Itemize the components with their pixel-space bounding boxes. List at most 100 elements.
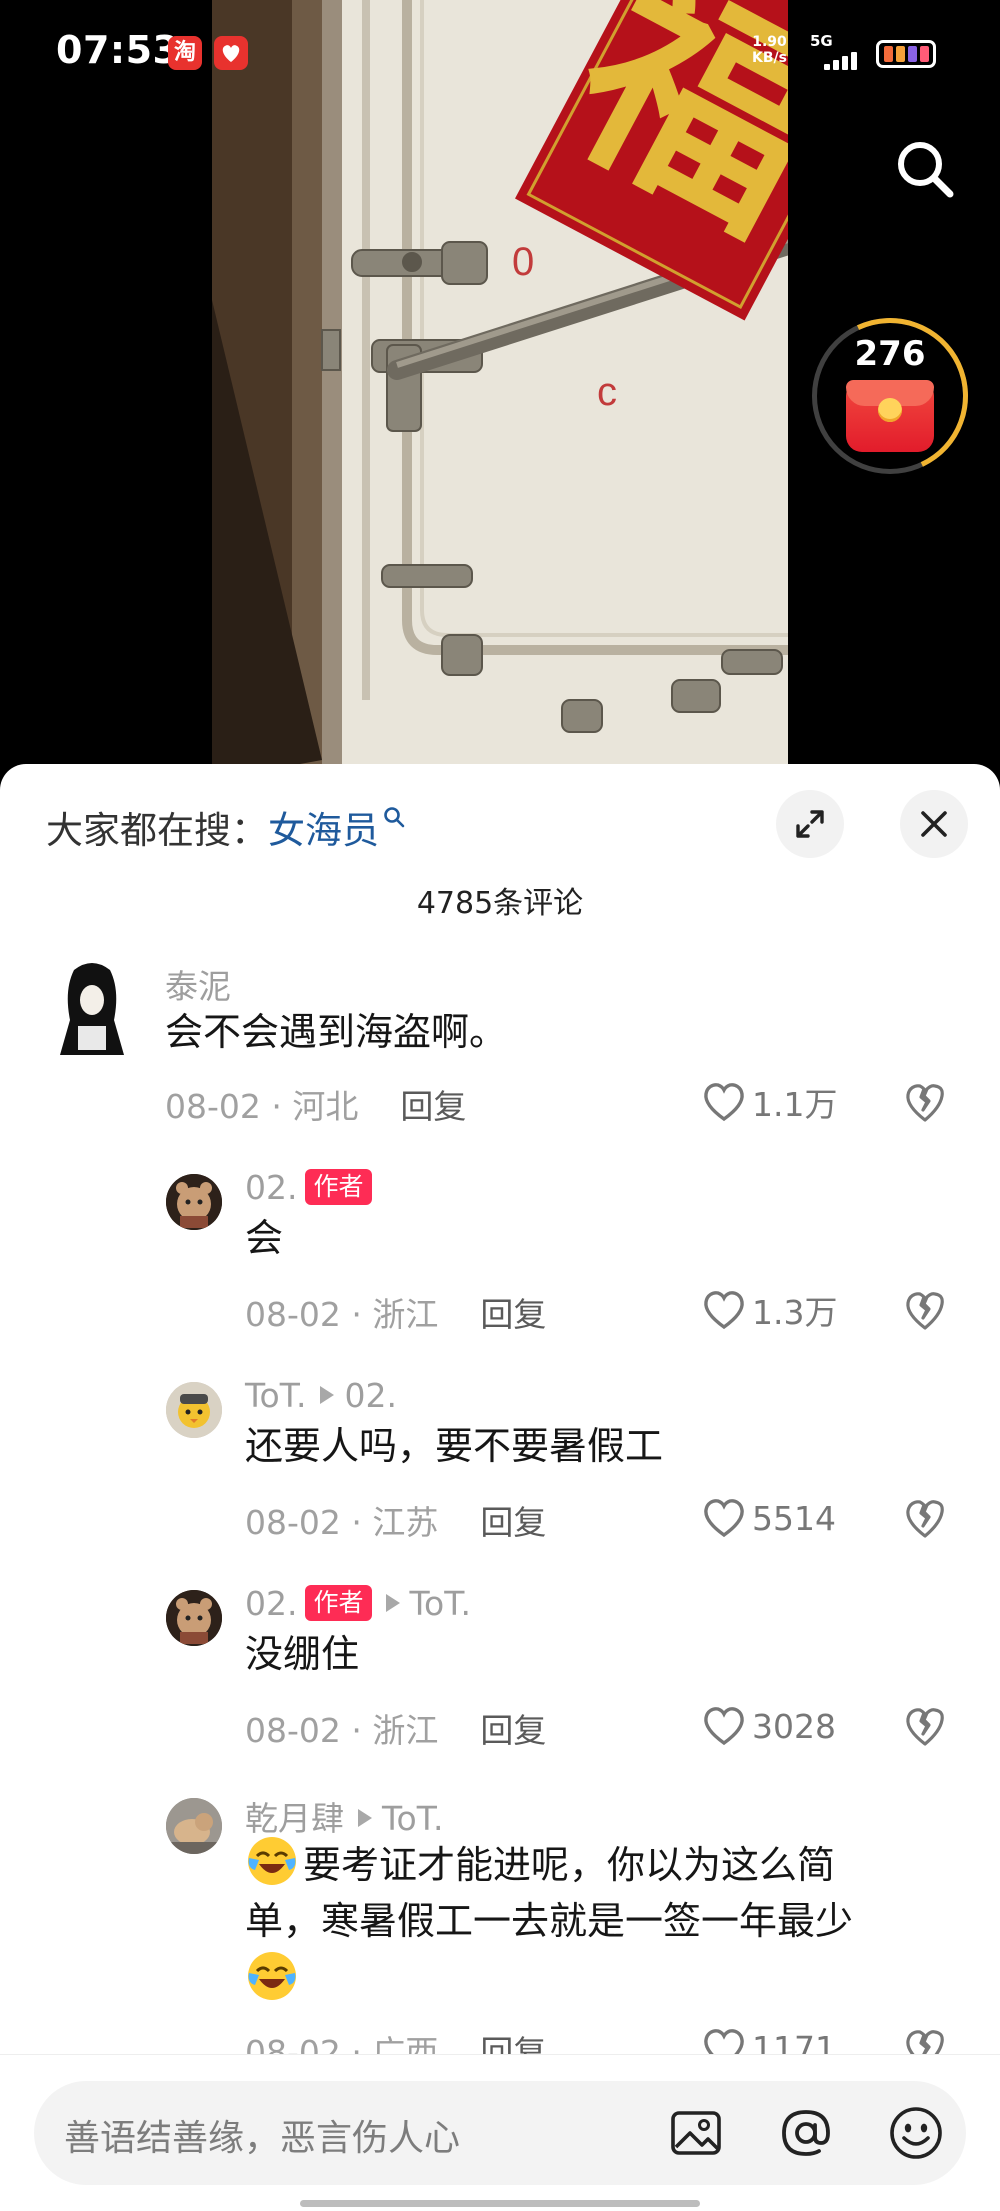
comment-date-location: 08-02 · 河北 [165, 1087, 359, 1126]
comment-text: 会不会遇到海盗啊。 [165, 1010, 508, 1054]
reply-arrow-icon [320, 1386, 335, 1404]
laugh-cry-emoji-icon [248, 1837, 296, 1885]
comment-text: 会 [245, 1216, 284, 1260]
mention-button[interactable] [772, 2099, 840, 2167]
avatar[interactable] [166, 1798, 222, 1854]
image-icon [671, 2111, 721, 2155]
like-count: 5514 [752, 1498, 836, 1538]
image-button[interactable] [662, 2099, 730, 2167]
expand-button[interactable] [776, 790, 844, 858]
dislike-button[interactable] [902, 1704, 948, 1754]
comment-text: 没绷住 [245, 1632, 360, 1676]
broken-heart-icon [906, 1500, 944, 1538]
network-type: 5G [810, 32, 833, 50]
like-button[interactable]: 3028 [700, 1702, 836, 1750]
search-icon [384, 807, 405, 828]
like-count: 1.3万 [752, 1293, 838, 1332]
comment-text: 还要人吗，要不要暑假工 [245, 1424, 664, 1468]
status-bar: 07:53 淘 1.90 KB/s 5G [0, 0, 1000, 110]
video-player[interactable]: 福 0 c 07:53 淘 1.90 KB/s 5G 276 [0, 0, 1000, 780]
home-indicator[interactable] [300, 2200, 700, 2207]
reply-button[interactable]: 回复 [480, 1711, 546, 1750]
comment-username[interactable]: 02. [245, 1584, 297, 1623]
video-scene: 福 0 c [212, 0, 788, 780]
avatar[interactable] [166, 1382, 222, 1438]
network-speed-value: 1.90 [752, 34, 787, 50]
author-badge: 作者 [305, 1585, 372, 1621]
heart-icon [704, 1499, 744, 1538]
svg-text:0: 0 [512, 240, 534, 284]
dislike-button[interactable] [902, 1496, 948, 1546]
comment-username-row: ToT. 02. [245, 1376, 397, 1415]
reply-arrow-icon [385, 1594, 400, 1612]
comment-meta: 08-02 · 浙江 回复 [245, 1288, 546, 1336]
network-speed: 1.90 KB/s [752, 34, 787, 66]
comment-text-line: 要考证才能进呢，你以为这么简 [245, 1834, 945, 1893]
comments-panel: 大家都在搜：女海员 4785条评论 泰泥 会不会遇到海盗啊。 08-02 · 河… [0, 764, 1000, 2211]
comment-username-row: 02. 作者 [245, 1168, 372, 1207]
heart-icon [704, 1291, 744, 1330]
comment-text: 要考证才能进呢，你以为这么简 单，寒暑假工一去就是一签一年最少 [245, 1834, 945, 2008]
like-button[interactable]: 1.3万 [700, 1286, 837, 1334]
comment-input-placeholder: 善语结善缘，恶言伤人心 [64, 2118, 461, 2159]
close-icon [921, 811, 947, 837]
comment-username-row: 乾月肆 ToT. [245, 1792, 443, 1840]
broken-heart-icon [906, 1708, 944, 1746]
avatar[interactable] [166, 1590, 222, 1646]
like-button[interactable]: 1.1万 [700, 1078, 837, 1126]
comment-username-row: 02. 作者 ToT. [245, 1584, 471, 1623]
like-count: 3028 [752, 1706, 836, 1746]
trending-search[interactable]: 大家都在搜：女海员 [46, 800, 405, 854]
battery-icon [876, 40, 936, 68]
comment-input[interactable]: 善语结善缘，恶言伤人心 [34, 2081, 966, 2185]
comment-username[interactable]: 乾月肆 [245, 1799, 344, 1838]
reply-to-username[interactable]: ToT. [410, 1584, 471, 1623]
trending-label: 大家都在搜： [46, 809, 268, 852]
emoji-icon [890, 2107, 942, 2159]
status-time: 07:53 [56, 28, 180, 72]
reply-to-username[interactable]: 02. [344, 1376, 396, 1415]
reply-button[interactable]: 回复 [480, 1503, 546, 1542]
trending-keyword[interactable]: 女海员 [268, 809, 379, 852]
dislike-button[interactable] [902, 1288, 948, 1338]
search-button[interactable] [890, 134, 960, 204]
broken-heart-icon [906, 1084, 944, 1122]
comment-meta: 08-02 · 河北 回复 [165, 1080, 466, 1128]
author-badge: 作者 [305, 1169, 372, 1205]
taobao-app-icon: 淘 [168, 36, 202, 70]
close-button[interactable] [900, 790, 968, 858]
reply-button[interactable]: 回复 [400, 1087, 466, 1126]
comment-count: 4785条评论 [416, 886, 584, 921]
comment-username[interactable]: ToT. [245, 1376, 306, 1415]
red-packet-count: 276 [854, 334, 926, 374]
avatar[interactable] [166, 1174, 222, 1230]
comment-text-line [245, 1949, 945, 2008]
reply-arrow-icon [358, 1809, 372, 1827]
avatar[interactable] [54, 960, 130, 1060]
comment-input-bar: 善语结善缘，恶言伤人心 [0, 2054, 1000, 2211]
video-frame[interactable]: 福 0 c [212, 0, 788, 780]
app-notification-icon [214, 36, 248, 70]
dislike-button[interactable] [902, 1080, 948, 1130]
heart-icon [704, 1083, 744, 1122]
heart-icon [704, 1707, 744, 1746]
comment-username[interactable]: 泰泥 [165, 960, 231, 1008]
comment-date-location: 08-02 · 浙江 [245, 1711, 439, 1750]
red-packet-widget[interactable]: 276 [790, 296, 990, 496]
signal-icon [824, 50, 864, 70]
comment-date-location: 08-02 · 浙江 [245, 1295, 439, 1334]
svg-text:c: c [597, 370, 617, 414]
comment-date-location: 08-02 · 江苏 [245, 1503, 439, 1542]
search-icon [898, 142, 954, 198]
reply-to-username[interactable]: ToT. [382, 1799, 443, 1838]
comment-meta: 08-02 · 浙江 回复 [245, 1704, 546, 1752]
like-count: 1.1万 [752, 1085, 838, 1124]
red-packet-icon [846, 380, 934, 452]
comment-text-line: 单，寒暑假工一去就是一签一年最少 [245, 1899, 854, 1943]
laugh-cry-emoji-icon [248, 1952, 296, 2000]
comment-username[interactable]: 02. [245, 1168, 297, 1207]
at-mention-icon [782, 2110, 830, 2156]
like-button[interactable]: 5514 [700, 1494, 836, 1542]
emoji-button[interactable] [882, 2099, 950, 2167]
reply-button[interactable]: 回复 [480, 1295, 546, 1334]
